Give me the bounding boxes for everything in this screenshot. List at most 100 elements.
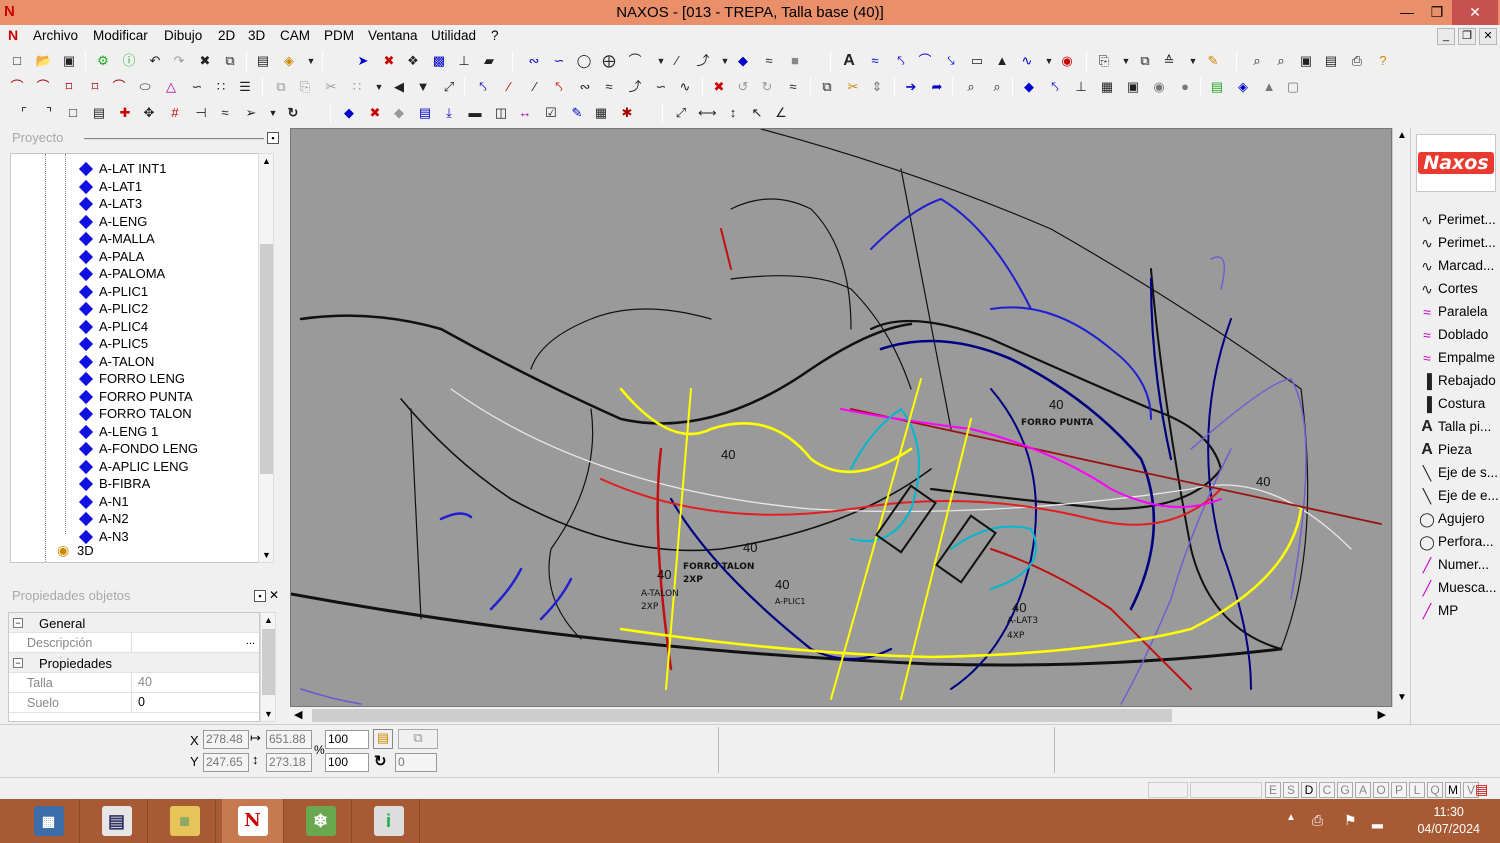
- network-tray-icon[interactable]: ▂: [1372, 812, 1383, 829]
- text-tool-icon[interactable]: A: [840, 52, 858, 70]
- tool-item[interactable]: ╲ Eje de e...: [1415, 485, 1499, 507]
- clock[interactable]: 11:30 04/07/2024: [1417, 804, 1480, 838]
- dropdown-arrow-icon[interactable]: ▼: [264, 104, 282, 122]
- pin-icon[interactable]: ▲: [993, 52, 1011, 70]
- scissors-icon[interactable]: ✂: [844, 78, 862, 96]
- tree-scrollbar[interactable]: ▲ ▼: [258, 153, 274, 563]
- dropdown-arrow-icon[interactable]: ▼: [1184, 52, 1202, 70]
- copy-icon[interactable]: ⧉: [221, 52, 239, 70]
- corner-icon[interactable]: ⌒: [916, 52, 934, 70]
- rotate-flip-icon[interactable]: ⤢: [440, 78, 458, 96]
- chamfer-icon[interactable]: ⌑: [60, 78, 78, 96]
- tool-item[interactable]: ≈ Paralela: [1415, 301, 1499, 323]
- blob-icon[interactable]: ◉: [1150, 78, 1168, 96]
- scroll-down-icon[interactable]: ▼: [1397, 692, 1407, 703]
- join-icon[interactable]: ∾: [576, 78, 594, 96]
- status-flag-l[interactable]: L: [1409, 782, 1425, 798]
- blob2-icon[interactable]: ●: [1176, 78, 1194, 96]
- node-edit-icon[interactable]: ◆: [1020, 78, 1038, 96]
- flip-icon[interactable]: ▼: [414, 78, 432, 96]
- scale-y-field[interactable]: 100: [325, 753, 369, 772]
- redo-icon[interactable]: ↷: [170, 52, 188, 70]
- tool-item[interactable]: ≈ Empalme: [1415, 347, 1499, 369]
- smooth-icon[interactable]: ≈: [600, 78, 618, 96]
- tree-item[interactable]: A-LENG: [11, 213, 261, 231]
- node-icon[interactable]: ◆: [734, 52, 752, 70]
- arc-icon[interactable]: ⌒: [626, 52, 644, 70]
- taskbar-app-info[interactable]: i: [358, 799, 420, 843]
- layers-icon[interactable]: ▤: [254, 52, 272, 70]
- collapse-icon[interactable]: −: [13, 618, 23, 628]
- menu-cam[interactable]: CAM: [280, 28, 310, 43]
- tree-item[interactable]: A-PLIC5: [11, 335, 261, 353]
- taskbar-naxos[interactable]: N: [222, 799, 284, 843]
- print-icon[interactable]: ⎙: [1348, 52, 1366, 70]
- ruler-icon[interactable]: ▤: [1322, 52, 1340, 70]
- dropdown-arrow-icon[interactable]: ▼: [1040, 52, 1058, 70]
- prop-suelo[interactable]: Suelo 0: [9, 693, 259, 713]
- bar-icon[interactable]: ▬: [466, 104, 484, 122]
- close-icon[interactable]: ✕: [268, 589, 280, 602]
- rotate-icon[interactable]: ↻: [284, 104, 302, 122]
- diag-arrow-icon[interactable]: ⤢: [672, 104, 690, 122]
- arrow-both-icon[interactable]: ↔: [516, 104, 534, 122]
- bend-icon[interactable]: ⤥: [942, 52, 960, 70]
- info-icon[interactable]: ⓘ: [120, 52, 138, 70]
- status-flag-d[interactable]: D: [1301, 782, 1317, 798]
- tool-item[interactable]: ∿ Cortes: [1415, 278, 1499, 300]
- tool-item[interactable]: ∿ Perimet...: [1415, 209, 1499, 231]
- tree-item[interactable]: A-MALLA: [11, 230, 261, 248]
- duplicate-icon[interactable]: ⧉: [818, 78, 836, 96]
- chamfer2-icon[interactable]: ⌑: [86, 78, 104, 96]
- tool-item[interactable]: ◯ Perfora...: [1415, 531, 1499, 553]
- dropdown-arrow-icon[interactable]: ▼: [302, 52, 320, 70]
- window-select-icon[interactable]: ▩: [430, 52, 448, 70]
- tree-item[interactable]: A-N2: [11, 510, 261, 528]
- tree-scroll-thumb[interactable]: [260, 244, 273, 474]
- trim-icon[interactable]: ∕: [500, 78, 518, 96]
- scroll-down-icon[interactable]: ▼: [264, 709, 273, 719]
- tree-item[interactable]: A-LAT1: [11, 178, 261, 196]
- menu-modificar[interactable]: Modificar: [93, 28, 148, 43]
- horizontal-scroll-thumb[interactable]: [312, 709, 1172, 722]
- zoom-window-icon[interactable]: ▣: [1297, 52, 1315, 70]
- pin-icon[interactable]: ▪: [267, 132, 279, 144]
- taskbar-file-explorer[interactable]: ■: [154, 799, 216, 843]
- deselect-icon[interactable]: ✖: [380, 52, 398, 70]
- scroll-up-icon[interactable]: ▲: [262, 156, 271, 166]
- page-icon[interactable]: □: [64, 104, 82, 122]
- status-flag-g[interactable]: G: [1337, 782, 1353, 798]
- list-icon[interactable]: ☰: [236, 78, 254, 96]
- cut-icon[interactable]: ✂: [322, 78, 340, 96]
- dots-icon[interactable]: ∷: [212, 78, 230, 96]
- star-cross-icon[interactable]: ✱: [618, 104, 636, 122]
- align-icon[interactable]: ⊣: [192, 104, 210, 122]
- corner-left-icon[interactable]: ⌜: [15, 104, 33, 122]
- zigzag-icon[interactable]: ∿: [1018, 52, 1036, 70]
- tree-item[interactable]: A-PLIC1: [11, 283, 261, 301]
- pin-icon[interactable]: ▪: [254, 590, 266, 602]
- tool-item[interactable]: A Talla pi...: [1415, 416, 1499, 438]
- prop-talla[interactable]: Talla 40: [9, 673, 259, 693]
- mdi-close-button[interactable]: ✕: [1479, 28, 1497, 45]
- tray-chevron-icon[interactable]: ▲: [1286, 812, 1296, 823]
- status-flag-c[interactable]: C: [1319, 782, 1335, 798]
- tool-item[interactable]: ▐ Rebajado: [1415, 370, 1499, 392]
- status-flag-o[interactable]: O: [1373, 782, 1389, 798]
- copy2-icon[interactable]: ⧉: [272, 78, 290, 96]
- minimize-button[interactable]: —: [1390, 0, 1424, 25]
- fillet-icon[interactable]: ⌒: [8, 78, 26, 96]
- status-flag-q[interactable]: Q: [1427, 782, 1443, 798]
- menu-3d[interactable]: 3D: [248, 28, 265, 43]
- suelo-value[interactable]: 0: [131, 693, 259, 712]
- collapse-icon[interactable]: −: [13, 658, 23, 668]
- step-icon[interactable]: ⤴: [626, 78, 644, 96]
- extend-icon[interactable]: ⤣: [474, 78, 492, 96]
- tool-item[interactable]: ╱ Numer...: [1415, 554, 1499, 576]
- menu-help[interactable]: ?: [491, 28, 499, 43]
- tree-item[interactable]: FORRO TALON: [11, 405, 261, 423]
- tool-item[interactable]: ≈ Doblado: [1415, 324, 1499, 346]
- layer2-icon[interactable]: ▢: [1284, 78, 1302, 96]
- morph-icon[interactable]: ≈: [784, 78, 802, 96]
- fade-icon[interactable]: ◆: [390, 104, 408, 122]
